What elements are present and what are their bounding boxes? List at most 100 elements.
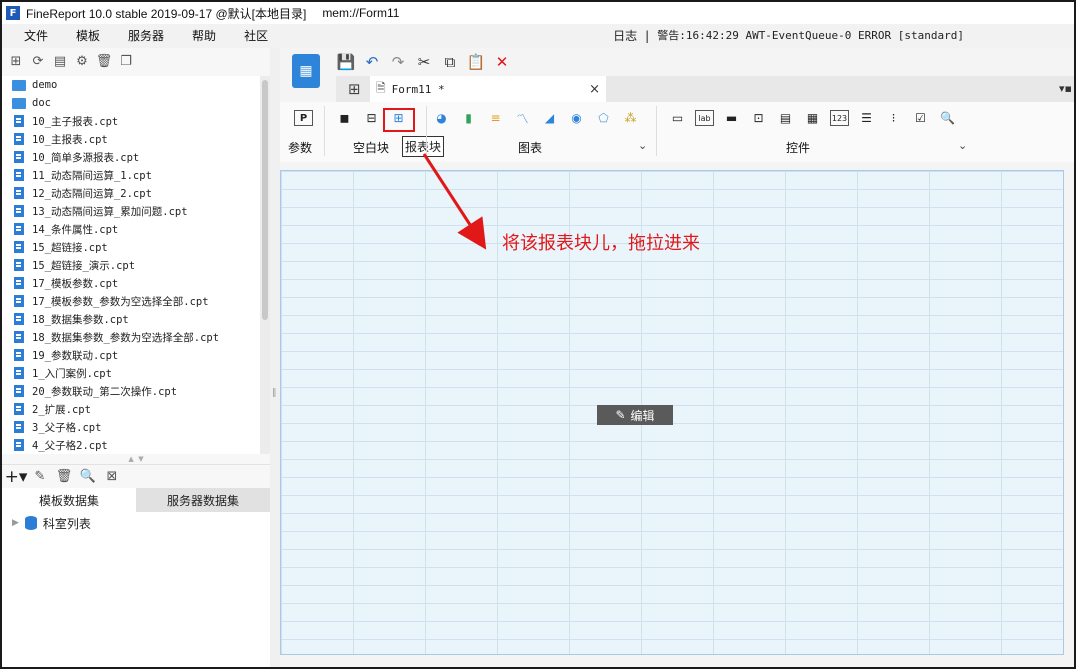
textarea-widget-icon[interactable]: ☰ xyxy=(857,110,876,126)
tree-file[interactable]: 2_扩展.cpt xyxy=(2,400,260,418)
tab-layout-icon[interactable]: ⊟ xyxy=(362,110,381,126)
tab-form11[interactable]: 🗎 Form11 * × xyxy=(370,76,606,102)
copy-icon[interactable]: ❐ xyxy=(118,53,134,69)
tree-file[interactable]: 14_条件属性.cpt xyxy=(2,220,260,238)
tree-item-label: 2_扩展.cpt xyxy=(32,403,91,416)
menu-template[interactable]: 模板 xyxy=(62,24,114,48)
query-button-icon[interactable]: 🔍 xyxy=(938,110,957,126)
tree-item-label: 13_动态隔间运算_累加问题.cpt xyxy=(32,205,188,218)
tree-file[interactable]: 18_数据集参数.cpt xyxy=(2,310,260,328)
button-widget-icon[interactable]: ▬ xyxy=(722,110,741,126)
tree-file[interactable]: 15_超链接_演示.cpt xyxy=(2,256,260,274)
menu-file[interactable]: 文件 xyxy=(10,24,62,48)
log-link[interactable]: 日志 xyxy=(613,24,637,48)
chart-expand-icon[interactable]: ⌄ xyxy=(638,139,647,152)
expand-icon[interactable]: ▶ xyxy=(12,518,19,528)
scatter-chart-icon[interactable]: ⁂ xyxy=(621,110,640,126)
tree-file[interactable]: 19_参数联动.cpt xyxy=(2,346,260,364)
tree-scrollbar[interactable] xyxy=(260,76,270,454)
param-panel-icon[interactable]: P xyxy=(294,110,313,126)
tree-file[interactable]: 20_参数联动_第二次操作.cpt xyxy=(2,382,260,400)
form-design-icon[interactable]: ▦ xyxy=(292,54,320,88)
tree-item-label: 18_数据集参数_参数为空选择全部.cpt xyxy=(32,331,220,344)
tab-server-dataset[interactable]: 服务器数据集 xyxy=(136,488,270,512)
tree-item-label: demo xyxy=(32,79,58,91)
text-field-icon[interactable]: ▭ xyxy=(668,110,687,126)
tree-file[interactable]: 11_动态隔间运算_1.cpt xyxy=(2,166,260,184)
number-widget-icon[interactable]: 123 xyxy=(830,110,849,126)
menu-community[interactable]: 社区 xyxy=(230,24,282,48)
delete-icon[interactable]: 🗑 xyxy=(96,53,113,69)
warning-message[interactable]: 警告:16:42:29 AWT-EventQueue-0 ERROR [stan… xyxy=(657,24,964,48)
combo-widget-icon[interactable]: ▤ xyxy=(776,110,795,126)
bar-chart-icon[interactable]: ≡ xyxy=(486,110,505,126)
tree-file[interactable]: 12_动态隔间运算_2.cpt xyxy=(2,184,260,202)
dataset-item[interactable]: ▶ 科室列表 xyxy=(2,514,270,532)
menu-help[interactable]: 帮助 xyxy=(178,24,230,48)
paste-icon[interactable]: 📋 xyxy=(466,52,486,72)
absolute-layout-icon[interactable]: ◼ xyxy=(335,110,354,126)
close-tab-icon[interactable]: × xyxy=(589,82,600,97)
column-chart-icon[interactable]: ▮ xyxy=(459,110,478,126)
window-path: mem://Form11 xyxy=(322,6,400,20)
gauge-chart-icon[interactable]: ◉ xyxy=(567,110,586,126)
tree-file[interactable]: 10_简单多源报表.cpt xyxy=(2,148,260,166)
report-file-icon xyxy=(14,439,24,451)
report-file-icon xyxy=(14,331,24,343)
copy-icon[interactable]: ⧉ xyxy=(440,52,460,72)
editor-area: ▦ 💾 ↶ ↷ ✂ ⧉ 📋 ✕ ⊞ 🗎 Form11 * × ▾▪ P 参数 ◼… xyxy=(280,48,1074,667)
widget-expand-icon[interactable]: ⌄ xyxy=(958,139,967,152)
tree-file[interactable]: 4_父子格2.cpt xyxy=(2,436,260,454)
tree-file[interactable]: 15_超链接.cpt xyxy=(2,238,260,256)
tree-file[interactable]: 17_模板参数.cpt xyxy=(2,274,260,292)
tree-toolbar: ⊞ ⟳ ▤ ⚙ 🗑 ❐ xyxy=(2,48,270,74)
tree-item-label: 10_主子报表.cpt xyxy=(32,115,119,128)
menu-server[interactable]: 服务器 xyxy=(114,24,178,48)
sql-dataset-icon[interactable]: ⊠ xyxy=(104,469,120,485)
new-folder-icon[interactable]: ⊞ xyxy=(8,53,24,69)
refresh-icon[interactable]: ⟳ xyxy=(30,53,46,69)
quick-toolbar: 💾 ↶ ↷ ✂ ⧉ 📋 ✕ xyxy=(336,50,512,74)
panel-splitter[interactable]: ‖ xyxy=(270,48,280,667)
tree-file[interactable]: 1_入门案例.cpt xyxy=(2,364,260,382)
edit-button[interactable]: ✎ 编辑 xyxy=(597,405,673,425)
label-widget-icon[interactable]: lab xyxy=(695,110,714,126)
dropdown-widget-icon[interactable]: ⊡ xyxy=(749,110,768,126)
radio-group-icon[interactable]: ⁝ xyxy=(884,110,903,126)
tree-file[interactable]: 10_主子报表.cpt xyxy=(2,112,260,130)
report-file-icon xyxy=(14,367,24,379)
add-dataset-icon[interactable]: +▾ xyxy=(5,467,28,487)
collapse-toggle-icon[interactable]: ▲ ▼ xyxy=(2,454,270,464)
pie-chart-icon[interactable]: ◕ xyxy=(432,110,451,126)
blank-block-label: 空白块 xyxy=(353,141,390,155)
delete-dataset-icon[interactable]: 🗑 xyxy=(56,469,73,485)
tree-file[interactable]: 18_数据集参数_参数为空选择全部.cpt xyxy=(2,328,260,346)
settings-icon[interactable]: ⚙ xyxy=(74,53,90,69)
window-title: FineReport 10.0 stable 2019-09-17 @默认[本地… xyxy=(26,6,307,21)
undo-icon[interactable]: ↶ xyxy=(362,52,382,72)
tree-file[interactable]: 17_模板参数_参数为空选择全部.cpt xyxy=(2,292,260,310)
checkbox-group-icon[interactable]: ☑ xyxy=(911,110,930,126)
tree-file[interactable]: 10_主报表.cpt xyxy=(2,130,260,148)
cut-icon[interactable]: ✂ xyxy=(414,52,434,72)
area-chart-icon[interactable]: ◢ xyxy=(540,110,559,126)
tree-file[interactable]: 13_动态隔间运算_累加问题.cpt xyxy=(2,202,260,220)
form-file-icon: 🗎 xyxy=(376,80,386,95)
tree-file[interactable]: 3_父子格.cpt xyxy=(2,418,260,436)
report-block-highlight xyxy=(383,108,415,132)
edit-dataset-icon[interactable]: ✎ xyxy=(32,469,48,485)
redo-icon[interactable]: ↷ xyxy=(388,52,408,72)
save-icon[interactable]: 💾 xyxy=(336,52,356,72)
tab-menu-icon[interactable]: ▾▪ xyxy=(1059,82,1072,95)
delete-icon[interactable]: ✕ xyxy=(492,52,512,72)
tree-folder[interactable]: doc xyxy=(2,94,260,112)
tree-folder[interactable]: demo xyxy=(2,76,260,94)
date-widget-icon[interactable]: ▦ xyxy=(803,110,822,126)
line-chart-icon[interactable]: 〽 xyxy=(513,110,532,126)
radar-chart-icon[interactable]: ⬠ xyxy=(594,110,613,126)
properties-icon[interactable]: ▤ xyxy=(52,53,68,69)
tab-template-dataset[interactable]: 模板数据集 xyxy=(2,488,136,512)
grid-view-icon[interactable]: ⊞ xyxy=(348,80,361,98)
status-area: 日志 | 警告:16:42:29 AWT-EventQueue-0 ERROR … xyxy=(613,24,964,48)
preview-dataset-icon[interactable]: 🔍 xyxy=(80,469,96,485)
